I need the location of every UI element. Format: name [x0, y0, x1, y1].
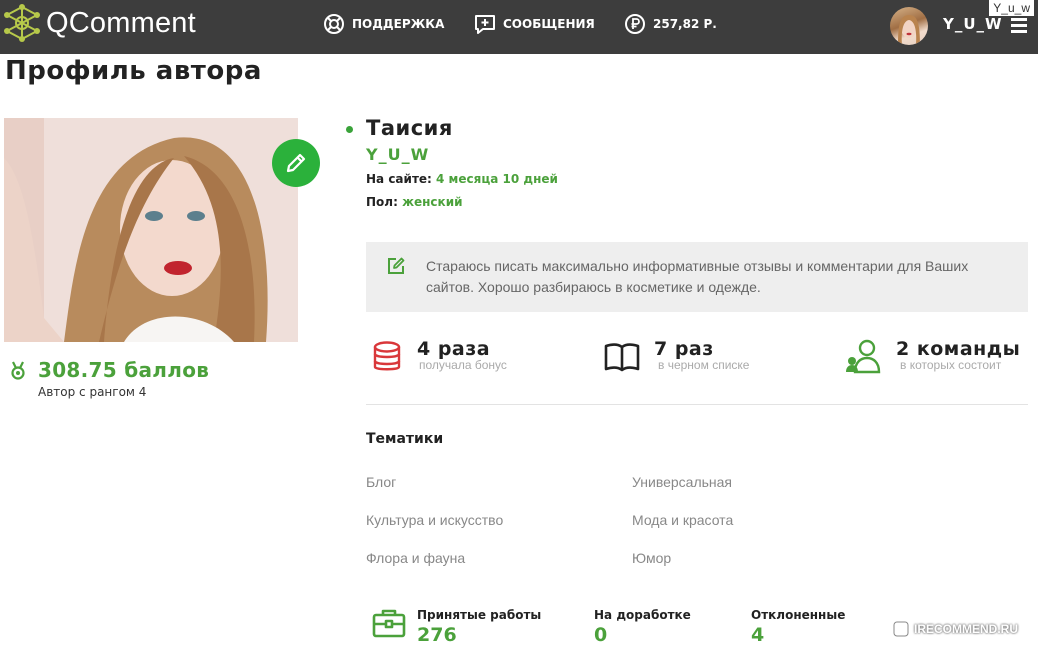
nav-balance-label: 257,82 Р. — [653, 17, 717, 31]
theme-item[interactable]: Культура и искусство — [366, 512, 503, 528]
works-accepted: Принятые работы 276 — [417, 608, 541, 646]
stat-blacklist-value: 7 раз — [654, 338, 714, 360]
gender-info: Пол: женский — [366, 195, 463, 209]
online-status-dot — [346, 126, 353, 133]
points-value: 308.75 баллов — [38, 358, 210, 382]
stat-bonus-caption: получала бонус — [419, 358, 507, 372]
profile-photo-image — [4, 118, 298, 342]
nav-support[interactable]: ПОДДЕРЖКА — [323, 13, 444, 35]
on-site-value: 4 месяца 10 дней — [436, 172, 558, 186]
gender-value: женский — [402, 195, 463, 209]
on-site-info: На сайте: 4 месяца 10 дней — [366, 172, 558, 186]
points: 308.75 баллов — [8, 358, 209, 382]
avatar-face-icon — [898, 15, 920, 45]
logo[interactable]: QComment — [4, 4, 196, 42]
medal-icon — [11, 361, 25, 380]
works-revision-label: На доработке — [594, 608, 691, 622]
briefcase-icon — [372, 609, 406, 638]
themes-title: Тематики — [366, 431, 444, 447]
theme-item[interactable]: Универсальная — [632, 474, 732, 490]
stat-teams: 2 команды в которых состоит — [845, 338, 1020, 374]
about-box: Стараюсь писать максимально информативны… — [366, 242, 1028, 312]
team-icon — [846, 339, 881, 374]
watermark: IRECOMMEND.RU — [892, 620, 1018, 638]
works-revision: На доработке 0 — [594, 608, 691, 646]
nav-messages-label: СООБЩЕНИЯ — [503, 17, 595, 31]
works-rejected-value: 4 — [751, 624, 765, 646]
lifebuoy-icon — [324, 14, 344, 34]
user-name[interactable]: Y_U_W — [943, 15, 1003, 33]
theme-item[interactable]: Блог — [366, 474, 396, 490]
theme-item[interactable]: Флора и фауна — [366, 550, 465, 566]
profile-photo — [4, 118, 298, 342]
works-rejected-label: Отклоненные — [751, 608, 846, 622]
on-site-label: На сайте: — [366, 172, 432, 186]
coins-icon — [373, 341, 401, 371]
theme-item[interactable]: Мода и красота — [632, 512, 733, 528]
stat-blacklist: 7 раз в черном списке — [604, 338, 749, 374]
page-title: Профиль автора — [5, 56, 262, 86]
stat-teams-value: 2 команды — [896, 338, 1021, 360]
works-rejected: Отклоненные 4 — [751, 608, 845, 646]
user-avatar[interactable] — [890, 7, 928, 45]
works-revision-value: 0 — [594, 624, 608, 646]
watermark-icon — [893, 621, 909, 637]
pencil-icon — [286, 153, 306, 173]
theme-item[interactable]: Юмор — [632, 550, 671, 566]
corner-username-label: Y_u_w — [989, 0, 1034, 16]
rank-label: Автор с рангом 4 — [38, 385, 147, 399]
stat-blacklist-caption: в черном списке — [658, 358, 750, 372]
author-login: Y_U_W — [366, 145, 430, 164]
logo-network-icon — [4, 4, 40, 42]
about-text: Стараюсь писать максимально информативны… — [426, 258, 969, 295]
works-accepted-label: Принятые работы — [417, 608, 542, 622]
nav-balance[interactable]: 257,82 Р. — [624, 13, 717, 35]
stat-bonus: 4 раза получала бонус — [370, 338, 507, 374]
book-icon — [604, 343, 640, 372]
top-bar: QComment ПОДДЕРЖКА СООБЩЕНИЯ 257,82 Р. Y… — [0, 0, 1038, 54]
menu-icon[interactable] — [1011, 18, 1027, 36]
nav-messages[interactable]: СООБЩЕНИЯ — [474, 13, 595, 35]
message-plus-icon — [475, 15, 495, 34]
logo-text: QComment — [46, 6, 196, 39]
stat-teams-caption: в которых состоит — [900, 358, 1002, 372]
author-name: Таисия — [366, 116, 453, 140]
stat-bonus-value: 4 раза — [417, 338, 491, 360]
edit-profile-button[interactable] — [272, 139, 320, 187]
ruble-icon — [625, 14, 645, 34]
watermark-text: IRECOMMEND.RU — [914, 622, 1018, 636]
edit-note-icon — [388, 257, 405, 274]
nav-support-label: ПОДДЕРЖКА — [352, 17, 445, 31]
divider — [366, 404, 1028, 405]
works-accepted-value: 276 — [417, 624, 457, 646]
gender-label: Пол: — [366, 195, 398, 209]
